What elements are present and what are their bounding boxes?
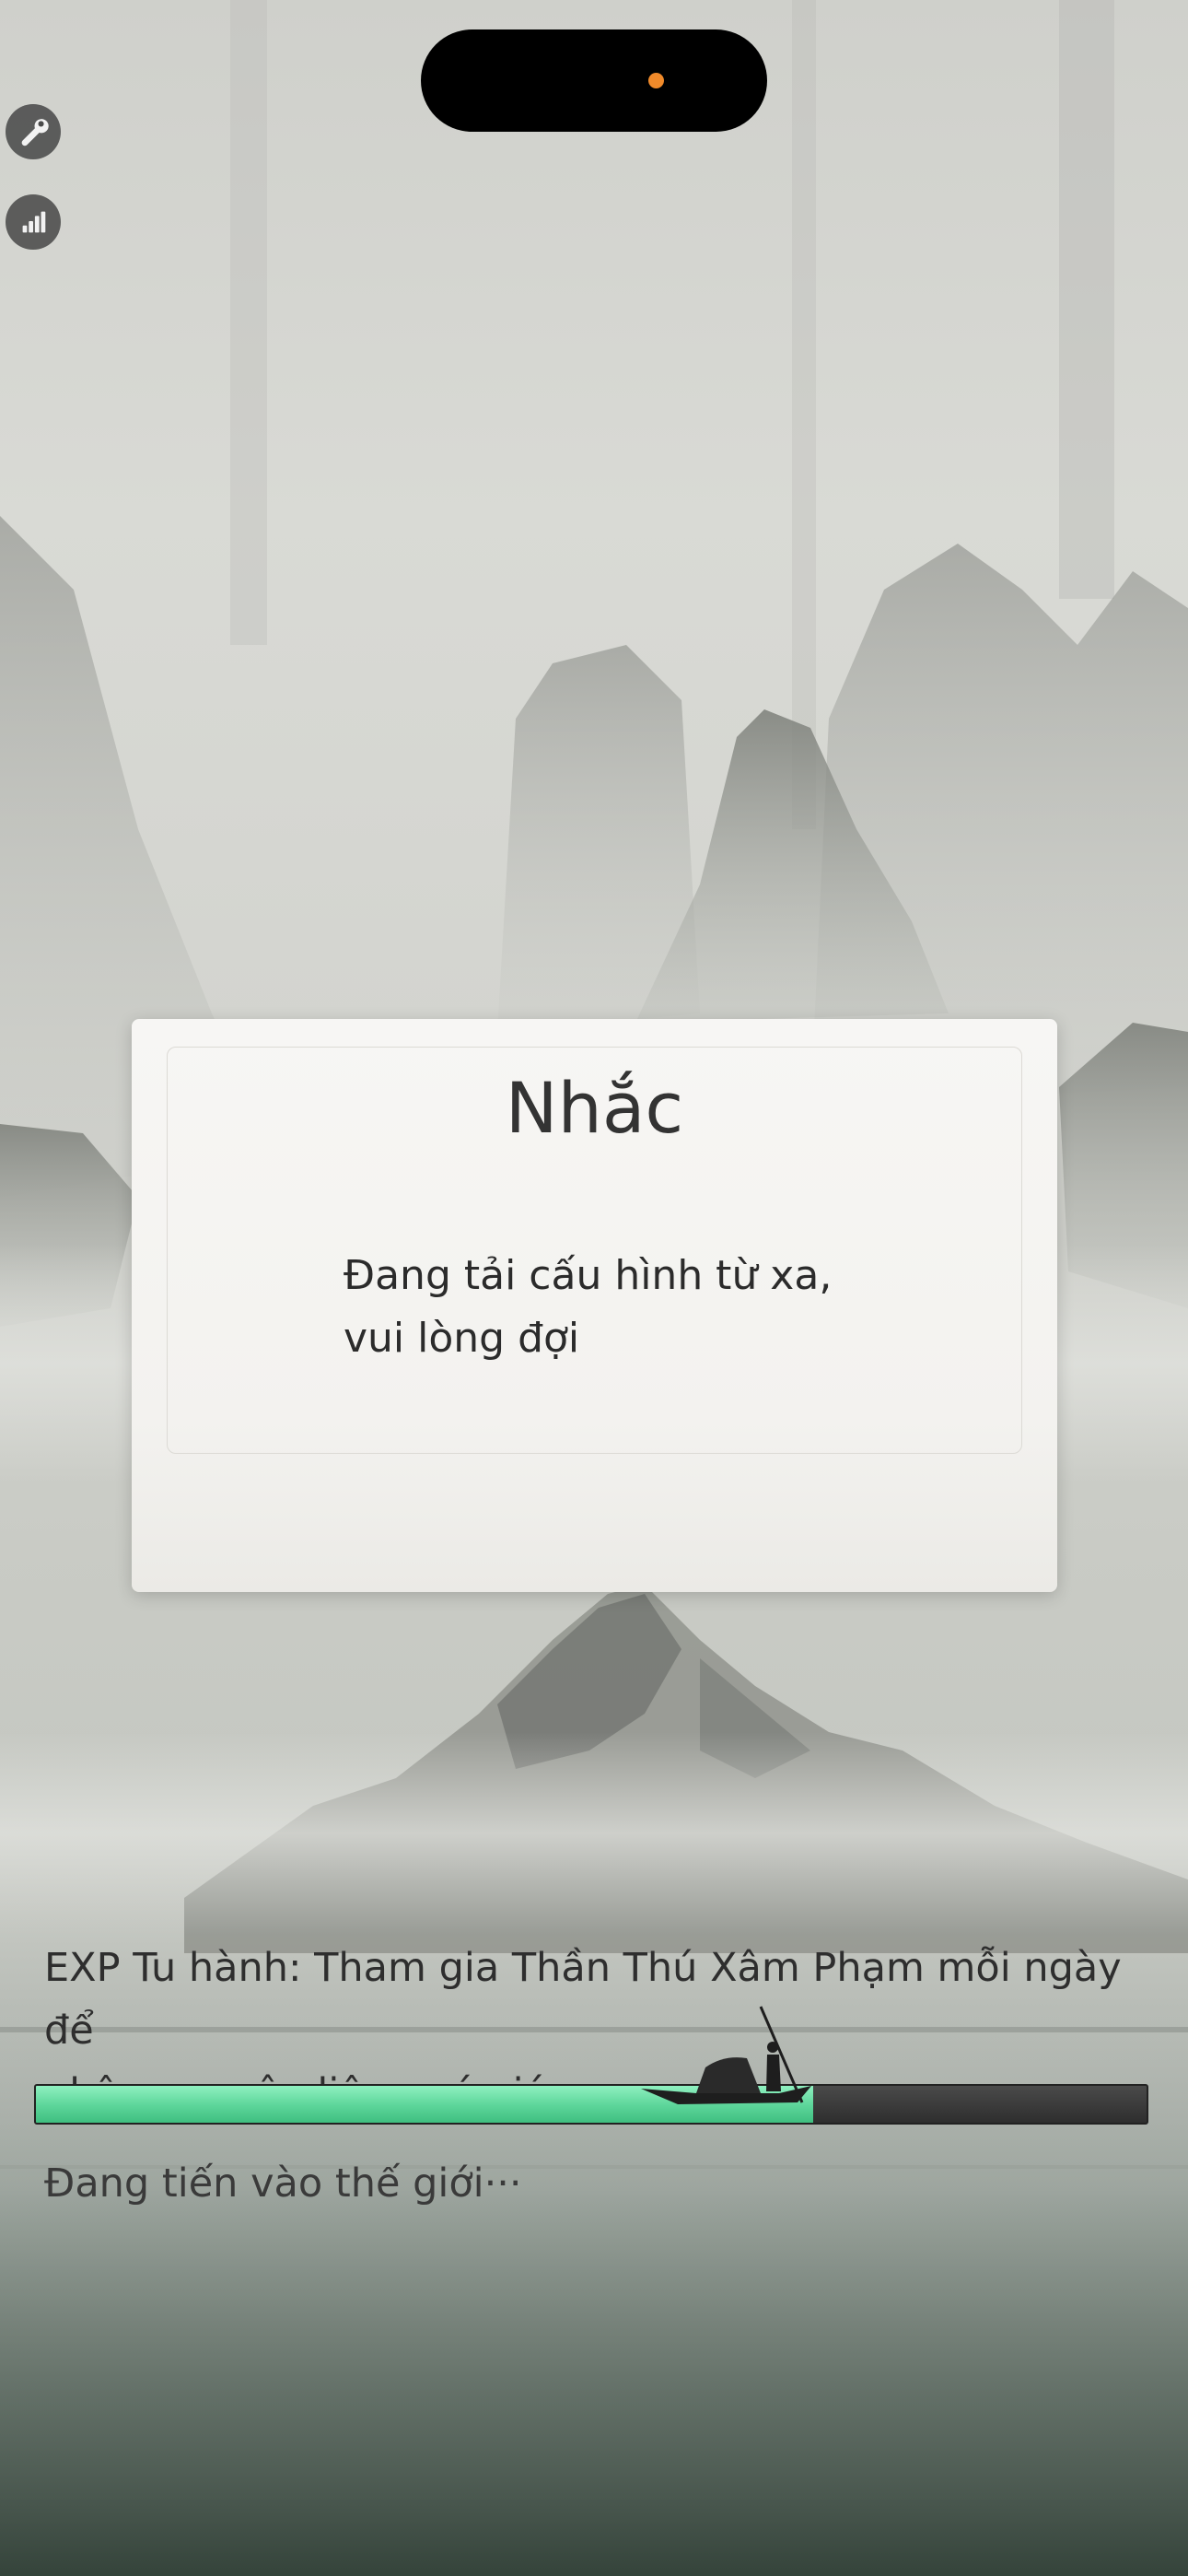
wrench-button[interactable] <box>6 104 61 159</box>
indicator-dot <box>648 73 664 88</box>
stats-button[interactable] <box>6 194 61 250</box>
loading-tip-line: EXP Tu hành: Tham gia Thần Thú Xâm Phạm … <box>44 1945 1122 2054</box>
loading-progress-bar <box>34 2084 1148 2125</box>
dialog-title: Nhắc <box>505 1067 684 1149</box>
boatman-icon <box>641 2006 812 2104</box>
dialog-message-line: Đang tải cấu hình từ xa, <box>344 1252 833 1299</box>
loading-screen: Nhắc Đang tải cấu hình từ xa, vui lòng đ… <box>0 0 1188 2576</box>
dialog-message: Đang tải cấu hình từ xa, vui lòng đợi <box>344 1245 988 1370</box>
dynamic-island <box>421 29 767 132</box>
wrench-icon <box>21 119 49 146</box>
signal-bars-icon <box>22 211 46 233</box>
reminder-dialog: Nhắc Đang tải cấu hình từ xa, vui lòng đ… <box>132 1019 1057 1592</box>
dialog-message-line: vui lòng đợi <box>344 1315 580 1362</box>
loading-status: Đang tiến vào thế giới··· <box>44 2160 522 2207</box>
